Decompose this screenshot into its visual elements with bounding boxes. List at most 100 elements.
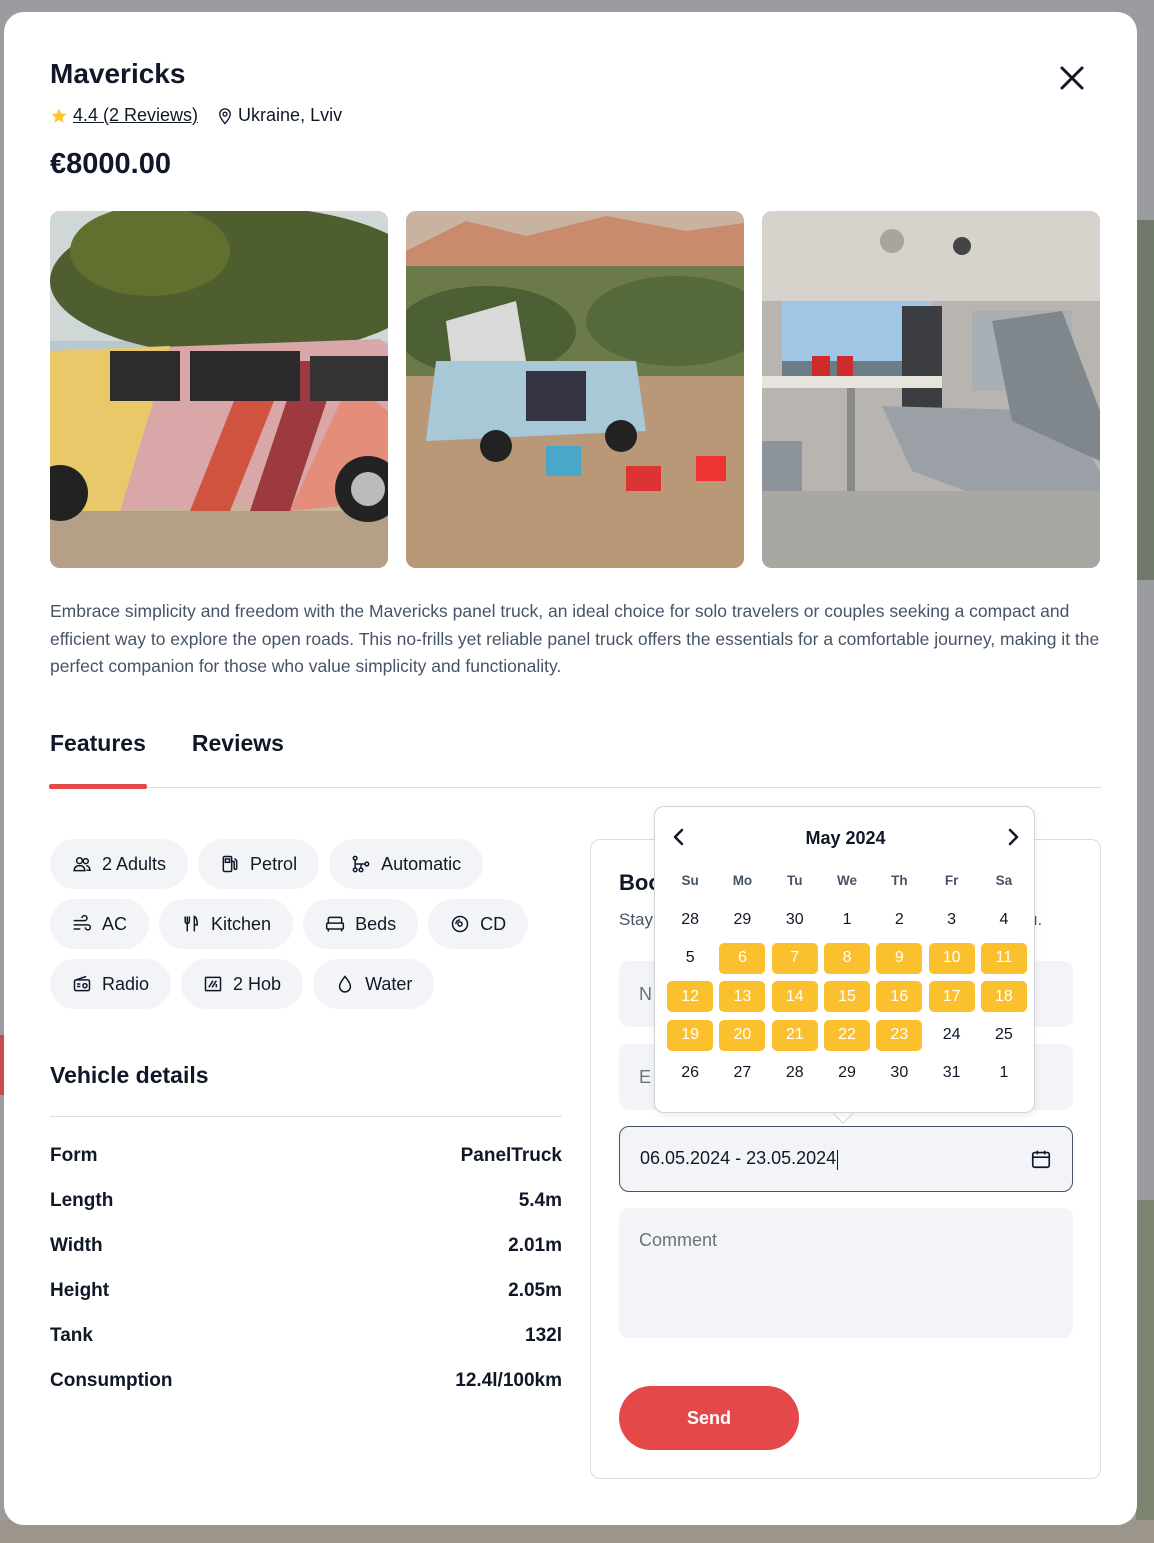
tab-bar: Features Reviews bbox=[50, 730, 284, 757]
calendar-day-selected[interactable]: 10 bbox=[928, 942, 975, 974]
feature-chip: AC bbox=[50, 899, 150, 949]
booking-date-field[interactable]: 06.05.2024 - 23.05.2024 bbox=[619, 1126, 1073, 1192]
table-row: Form PanelTruck bbox=[50, 1145, 562, 1166]
calendar-day[interactable]: 2 bbox=[876, 905, 922, 936]
calendar-weeks: 28 29 30 1 2 3 4 5 6 7 8 9 10 11 12 13 14 15 16 17 18 19 20 21 2… bbox=[664, 901, 1028, 1092]
calendar-day[interactable]: 1 bbox=[824, 905, 870, 936]
calendar-day-selected[interactable]: 23 bbox=[876, 1019, 923, 1051]
calendar-week: 19 20 21 22 23 24 25 bbox=[664, 1016, 1028, 1054]
calendar-day-selected[interactable]: 22 bbox=[824, 1019, 871, 1051]
camper-meta: 4.4 (2 Reviews) Ukraine, Lviv bbox=[50, 105, 342, 126]
table-row: Tank 132l bbox=[50, 1325, 562, 1346]
calendar-day-selected[interactable]: 7 bbox=[771, 942, 818, 974]
camper-price: €8000.00 bbox=[50, 148, 171, 180]
cd-icon bbox=[451, 915, 469, 933]
calendar-day-selected[interactable]: 6 bbox=[719, 942, 766, 974]
calendar-day-selected[interactable]: 14 bbox=[771, 981, 818, 1013]
hob-icon bbox=[204, 976, 222, 992]
calendar-day[interactable]: 28 bbox=[667, 905, 713, 936]
weekday-header: Su Mo Tu We Th Fr Sa bbox=[664, 873, 1028, 901]
send-button[interactable]: Send bbox=[619, 1386, 799, 1450]
calendar-week: 5 6 7 8 9 10 11 bbox=[664, 939, 1028, 977]
weekday-label: Th bbox=[891, 873, 908, 888]
calendar-day-selected[interactable]: 12 bbox=[667, 981, 714, 1013]
calendar-day[interactable]: 29 bbox=[824, 1058, 870, 1089]
close-button[interactable] bbox=[1056, 62, 1088, 94]
weekday-label: Fr bbox=[944, 873, 959, 888]
close-icon bbox=[1060, 66, 1084, 90]
calendar-day[interactable]: 4 bbox=[981, 905, 1027, 936]
feature-chip: Beds bbox=[303, 899, 419, 949]
table-row: Height 2.05m bbox=[50, 1280, 562, 1301]
background-image bbox=[1136, 220, 1154, 580]
ac-icon bbox=[73, 914, 92, 931]
transmission-icon bbox=[352, 855, 370, 873]
calendar-day-selected[interactable]: 11 bbox=[980, 942, 1027, 974]
calendar-day[interactable]: 30 bbox=[876, 1058, 922, 1089]
vehicle-details-divider bbox=[50, 1116, 562, 1117]
radio-icon bbox=[73, 975, 91, 992]
comment-field[interactable]: Comment bbox=[619, 1208, 1073, 1338]
weekday-label: Mo bbox=[732, 873, 753, 888]
table-row: Length 5.4m bbox=[50, 1190, 562, 1211]
calendar-day[interactable]: 25 bbox=[981, 1020, 1027, 1051]
gallery-photo-interior[interactable] bbox=[762, 211, 1100, 568]
calendar-day[interactable]: 1 bbox=[981, 1058, 1027, 1089]
weekday-label: We bbox=[837, 873, 858, 888]
feature-chips: 2 Adults Petrol Automatic AC Kitchen Bed… bbox=[50, 839, 550, 1009]
calendar-day[interactable]: 3 bbox=[929, 905, 975, 936]
weekday-label: Tu bbox=[786, 873, 803, 888]
rating-link[interactable]: 4.4 (2 Reviews) bbox=[73, 105, 198, 126]
bed-icon bbox=[325, 916, 345, 932]
calendar-day-selected[interactable]: 18 bbox=[980, 981, 1027, 1013]
calendar-day[interactable]: 5 bbox=[667, 943, 713, 974]
feature-chip: Kitchen bbox=[159, 899, 294, 949]
calendar-day[interactable]: 27 bbox=[719, 1058, 765, 1089]
calendar-day[interactable]: 30 bbox=[772, 905, 818, 936]
booking-date-value: 06.05.2024 - 23.05.2024 bbox=[640, 1148, 837, 1169]
gallery-photo-campsite[interactable] bbox=[406, 211, 744, 568]
tab-features[interactable]: Features bbox=[50, 730, 146, 757]
calendar-day[interactable]: 29 bbox=[719, 905, 765, 936]
calendar-week: 12 13 14 15 16 17 18 bbox=[664, 978, 1028, 1016]
calendar-day-selected[interactable]: 21 bbox=[771, 1019, 818, 1051]
calendar-day-selected[interactable]: 8 bbox=[824, 942, 871, 974]
calendar-day[interactable]: 28 bbox=[772, 1058, 818, 1089]
calendar-day[interactable]: 26 bbox=[667, 1058, 713, 1089]
calendar-day[interactable]: 24 bbox=[929, 1020, 975, 1051]
water-icon bbox=[338, 975, 352, 993]
camper-name: Mavericks bbox=[50, 58, 186, 89]
calendar-week: 28 29 30 1 2 3 4 bbox=[664, 901, 1028, 939]
calendar-day-selected[interactable]: 20 bbox=[719, 1019, 766, 1051]
adults-icon bbox=[73, 857, 91, 872]
feature-chip: Water bbox=[313, 959, 435, 1009]
calendar-day-selected[interactable]: 17 bbox=[928, 981, 975, 1013]
booking-subtitle: Stay bbox=[619, 910, 654, 929]
table-row: Width 2.01m bbox=[50, 1235, 562, 1256]
feature-chip: 2 Adults bbox=[50, 839, 189, 889]
gallery-photo-van[interactable] bbox=[50, 211, 388, 568]
tab-reviews[interactable]: Reviews bbox=[192, 730, 284, 757]
tab-divider bbox=[50, 787, 1101, 788]
photo-gallery bbox=[50, 211, 1100, 568]
calendar-icon[interactable] bbox=[1030, 1148, 1052, 1170]
feature-chip: Automatic bbox=[329, 839, 484, 889]
calendar-day-selected[interactable]: 19 bbox=[667, 1019, 714, 1051]
location-text: Ukraine, Lviv bbox=[238, 105, 343, 125]
vehicle-details-title: Vehicle details bbox=[50, 1062, 209, 1088]
calendar-day-selected[interactable]: 9 bbox=[876, 942, 923, 974]
calendar-week: 26 27 28 29 30 31 1 bbox=[664, 1054, 1028, 1092]
calendar-day-selected[interactable]: 16 bbox=[876, 981, 923, 1013]
calendar-month-label: May 2024 bbox=[805, 828, 886, 848]
weekday-label: Su bbox=[681, 873, 699, 888]
weekday-label: Sa bbox=[995, 873, 1013, 888]
calendar-day-selected[interactable]: 15 bbox=[824, 981, 871, 1013]
chevron-right-icon[interactable] bbox=[1003, 827, 1023, 847]
kitchen-icon bbox=[184, 915, 199, 932]
feature-chip: Petrol bbox=[198, 839, 320, 889]
feature-chip: Radio bbox=[50, 959, 172, 1009]
calendar-day[interactable]: 31 bbox=[929, 1058, 975, 1089]
background-image bbox=[1136, 1200, 1154, 1543]
location-pin-icon bbox=[219, 107, 231, 124]
calendar-day-selected[interactable]: 13 bbox=[719, 981, 766, 1013]
